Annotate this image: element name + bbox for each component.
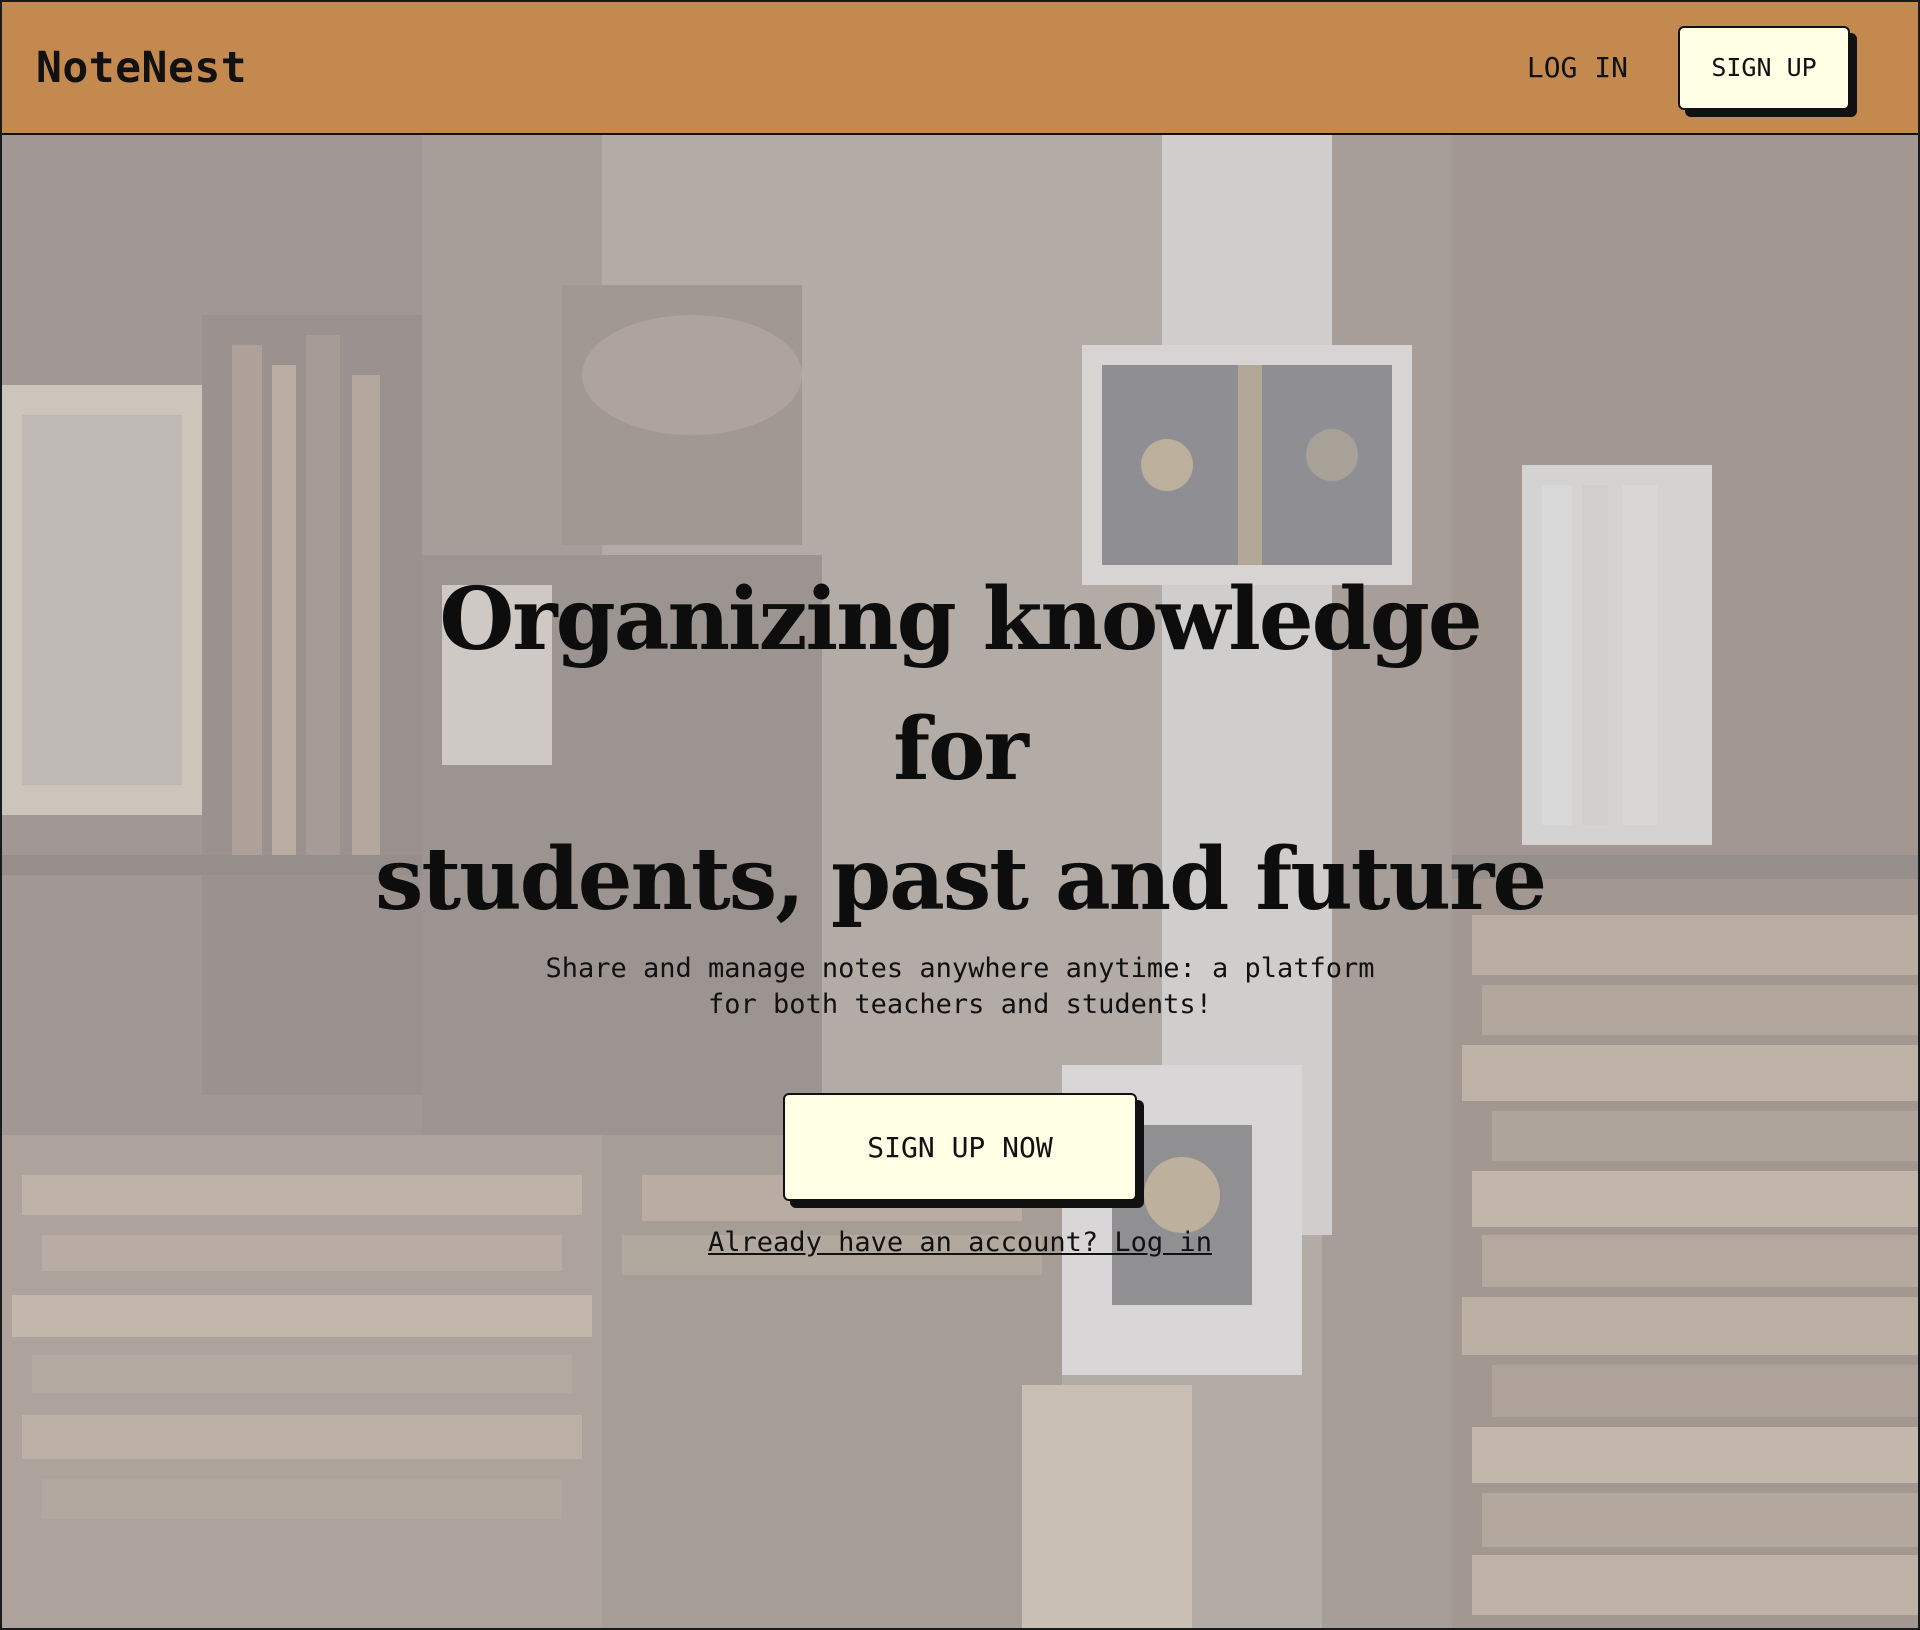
login-link[interactable]: Already have an account? Log in	[708, 1227, 1212, 1258]
navbar: NoteNest LOG IN SIGN UP	[2, 2, 1918, 135]
login-button[interactable]: LOG IN	[1527, 51, 1628, 84]
hero-title: Organizing knowledge for students, past …	[360, 555, 1560, 945]
nav-actions: LOG IN SIGN UP	[1527, 25, 1850, 110]
signup-now-button[interactable]: SIGN UP NOW	[783, 1093, 1137, 1201]
brand-logo[interactable]: NoteNest	[36, 43, 247, 93]
cta-wrapper: SIGN UP NOW	[2, 1093, 1918, 1201]
signup-button[interactable]: SIGN UP	[1678, 25, 1850, 110]
hero-title-line-2: students, past and future	[374, 829, 1547, 930]
landing-page: NoteNest LOG IN SIGN UP Organizing knowl…	[0, 0, 1920, 1630]
hero-subtitle-line-1: Share and manage notes anywhere anytime:…	[545, 953, 1375, 984]
hero-title-line-1: Organizing knowledge for	[439, 569, 1482, 800]
hero-subtitle: Share and manage notes anywhere anytime:…	[530, 951, 1390, 1023]
hero-section: Organizing knowledge for students, past …	[2, 555, 1918, 1258]
hero-subtitle-line-2: for both teachers and students!	[708, 989, 1212, 1020]
